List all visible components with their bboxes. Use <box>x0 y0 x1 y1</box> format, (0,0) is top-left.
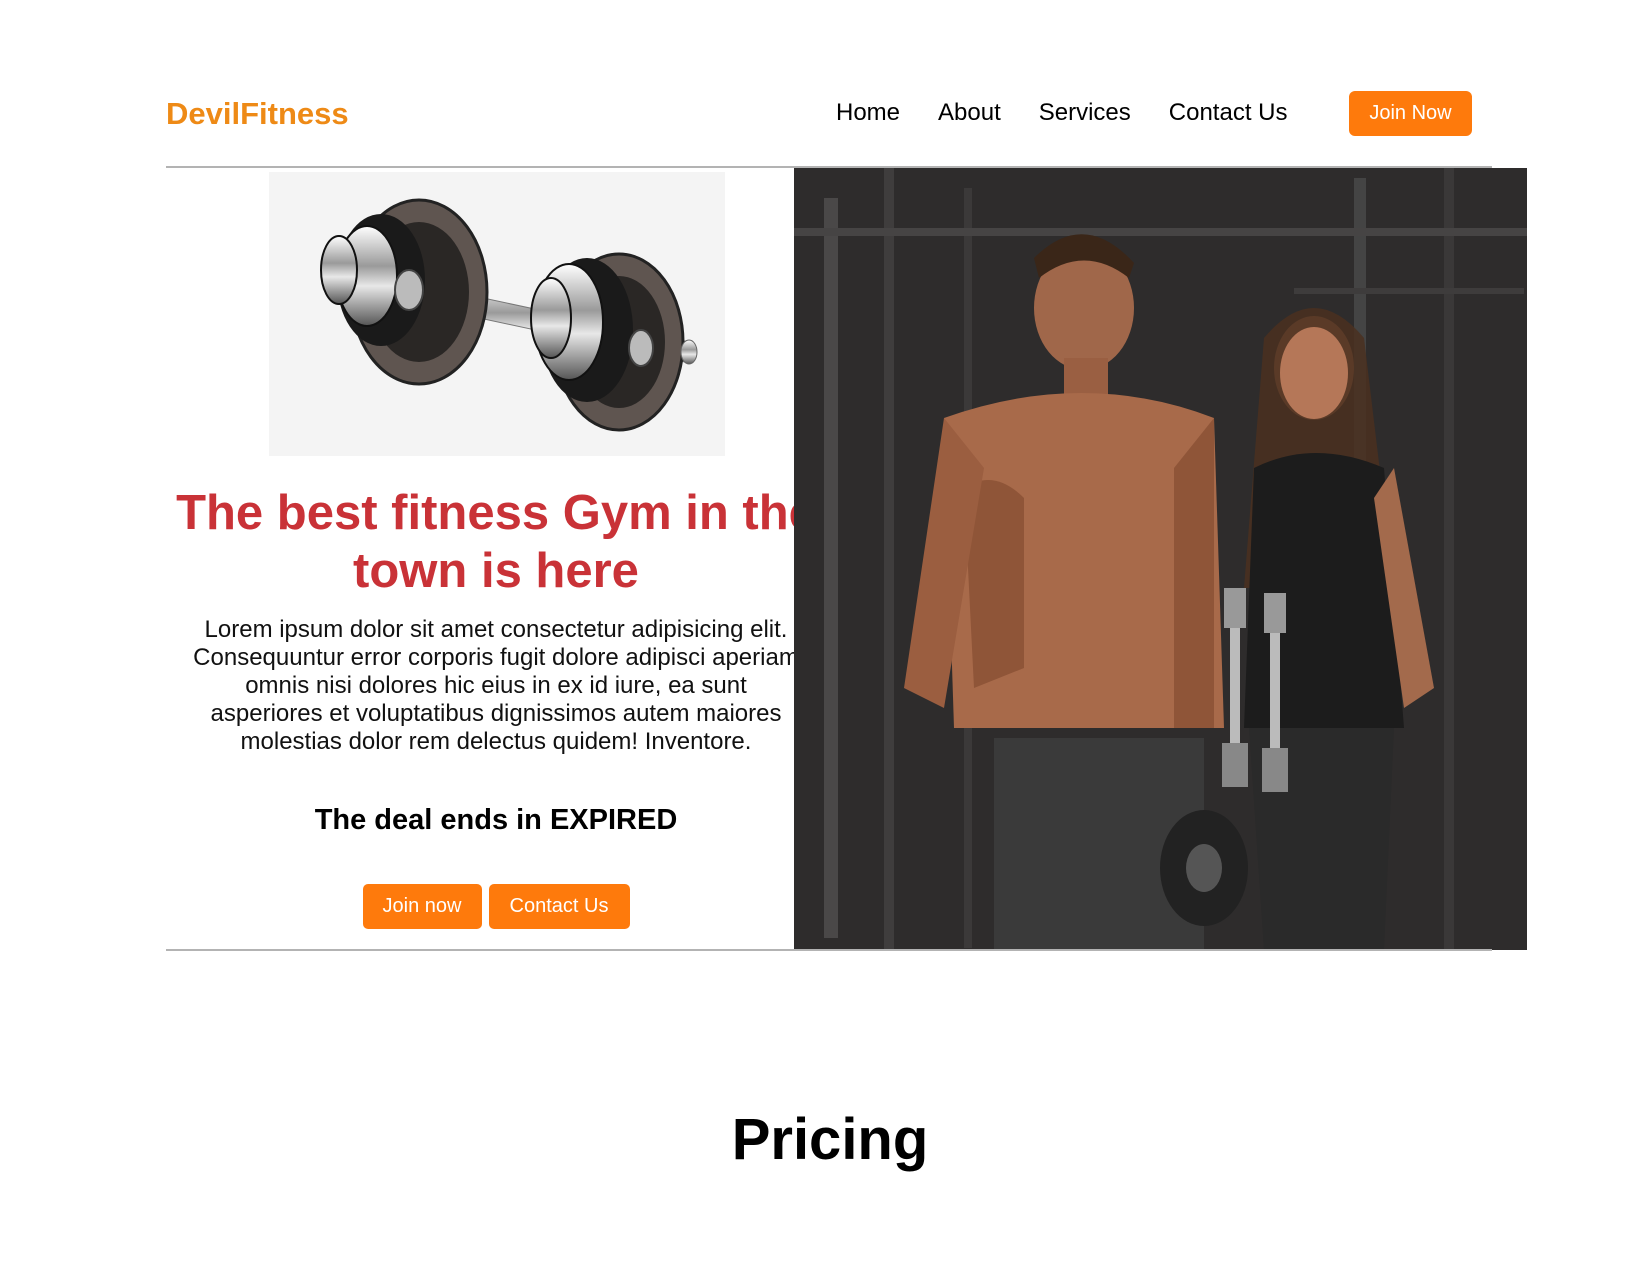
nav-services-link[interactable]: Services <box>1039 99 1131 127</box>
deal-prefix: The deal ends in <box>314 804 542 836</box>
brand-logo[interactable]: DevilFitness <box>166 96 349 132</box>
hero-content: The best fitness Gym in the town is here… <box>166 168 816 950</box>
deal-countdown: The deal ends in EXPIRED <box>166 804 826 837</box>
nav-links: Home About Services Contact Us <box>836 99 1326 127</box>
nav-join-button[interactable]: Join Now <box>1349 91 1472 136</box>
join-now-button[interactable]: Join now <box>362 884 482 929</box>
pricing-heading: Pricing <box>731 1107 929 1172</box>
deal-status: EXPIRED <box>549 804 678 836</box>
navbar: DevilFitness Home About Services Contact… <box>166 86 1472 144</box>
hero-description: Lorem ipsum dolor sit amet consectetur a… <box>193 616 799 755</box>
contact-us-button[interactable]: Contact Us <box>488 884 630 929</box>
bottom-divider <box>166 949 1492 951</box>
nav-about-link[interactable]: About <box>938 99 1001 127</box>
nav-contact-link[interactable]: Contact Us <box>1169 99 1288 127</box>
gym-couple-photo <box>794 168 1527 950</box>
nav-home-link[interactable]: Home <box>836 99 900 127</box>
hero-buttons: Join now Contact Us <box>166 884 826 929</box>
dumbbell-image <box>269 172 725 456</box>
hero-title: The best fitness Gym in the town is here <box>176 486 816 598</box>
